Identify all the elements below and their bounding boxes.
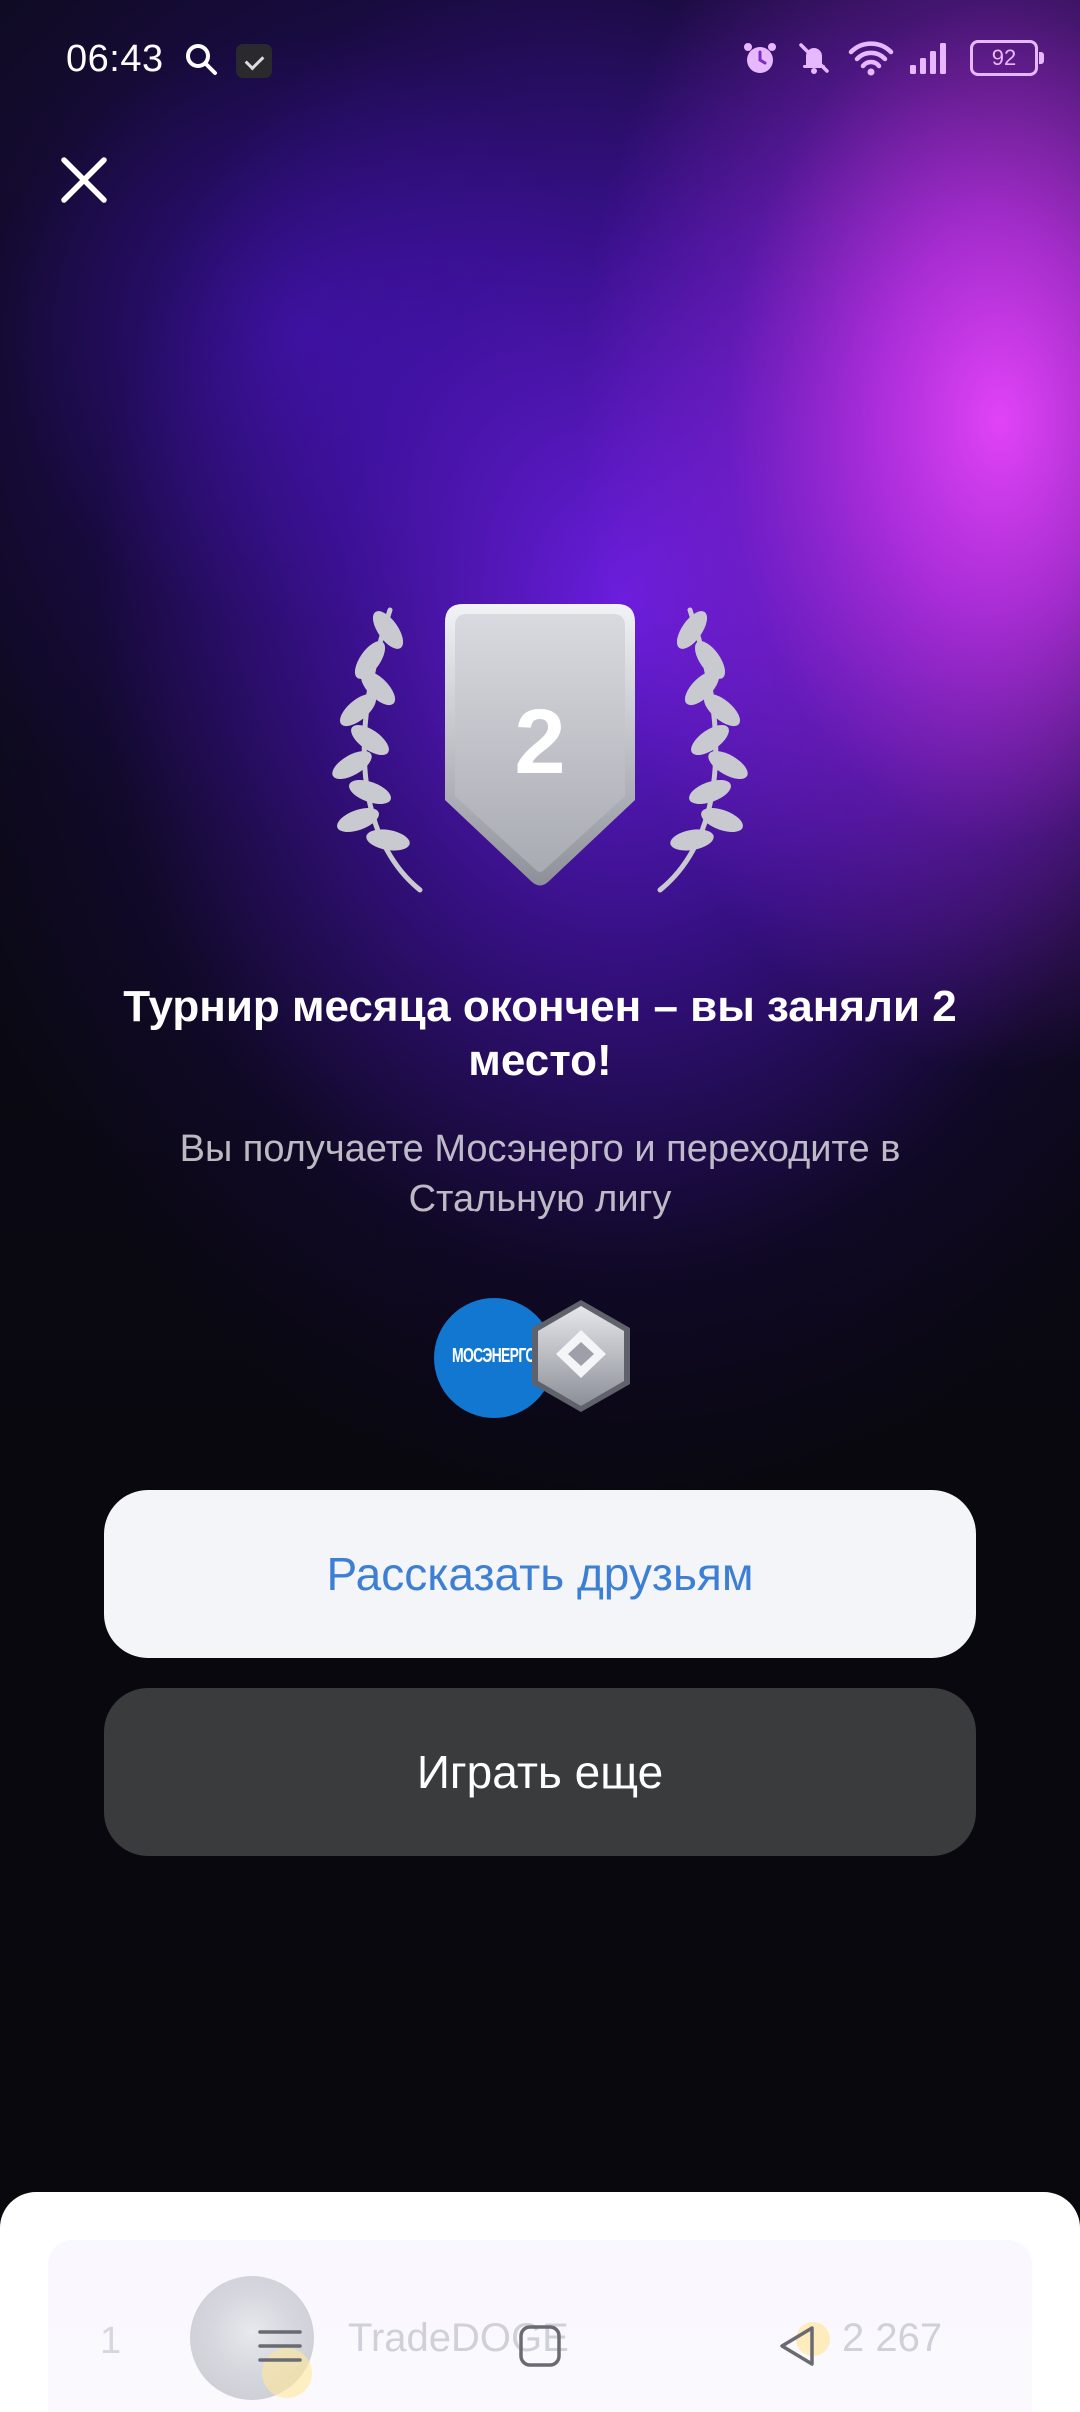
home-icon[interactable] — [512, 2318, 568, 2374]
search-icon — [186, 44, 217, 75]
leaderboard-sheet — [0, 2192, 1080, 2412]
place-medal: 2 — [300, 600, 780, 910]
share-with-friends-button[interactable]: Рассказать друзьям — [104, 1490, 976, 1658]
place-number: 2 — [514, 691, 566, 793]
play-again-button-label: Играть еще — [416, 1746, 664, 1798]
result-title: Турнир месяца окончен – вы заняли 2 мест… — [123, 982, 957, 1085]
result-subtitle: Вы получаете Мосэнерго и переходите в Ст… — [179, 1128, 901, 1220]
play-again-button[interactable]: Играть еще — [104, 1688, 976, 1856]
menu-icon[interactable] — [252, 2318, 308, 2374]
steel-league-icon — [532, 1300, 630, 1412]
battery-icon: 92 — [970, 40, 1044, 76]
bell-muted-icon — [799, 43, 829, 74]
leaderboard-score: 2 267 — [842, 2316, 943, 2360]
status-bar: 06:43 92 — [0, 0, 1080, 120]
alarm-icon — [744, 43, 776, 73]
close-icon[interactable] — [54, 150, 114, 210]
sheet-fade-overlay — [0, 2192, 1080, 2412]
wifi-icon — [848, 41, 894, 76]
tournament-result-screen: 06:43 92 2 Турнир месяца окончен – вы за… — [0, 0, 1080, 2412]
mosenergo-logo-text: МОСЭНЕРГО — [452, 1345, 536, 1367]
signal-icon — [910, 43, 946, 74]
app-notification-icon — [236, 44, 272, 78]
leaderboard-rank: 1 — [100, 2320, 122, 2362]
status-right-group: 92 — [740, 36, 1044, 80]
status-time: 06:43 — [66, 38, 164, 80]
share-button-label: Рассказать друзьям — [326, 1548, 754, 1600]
back-icon[interactable] — [770, 2318, 826, 2374]
